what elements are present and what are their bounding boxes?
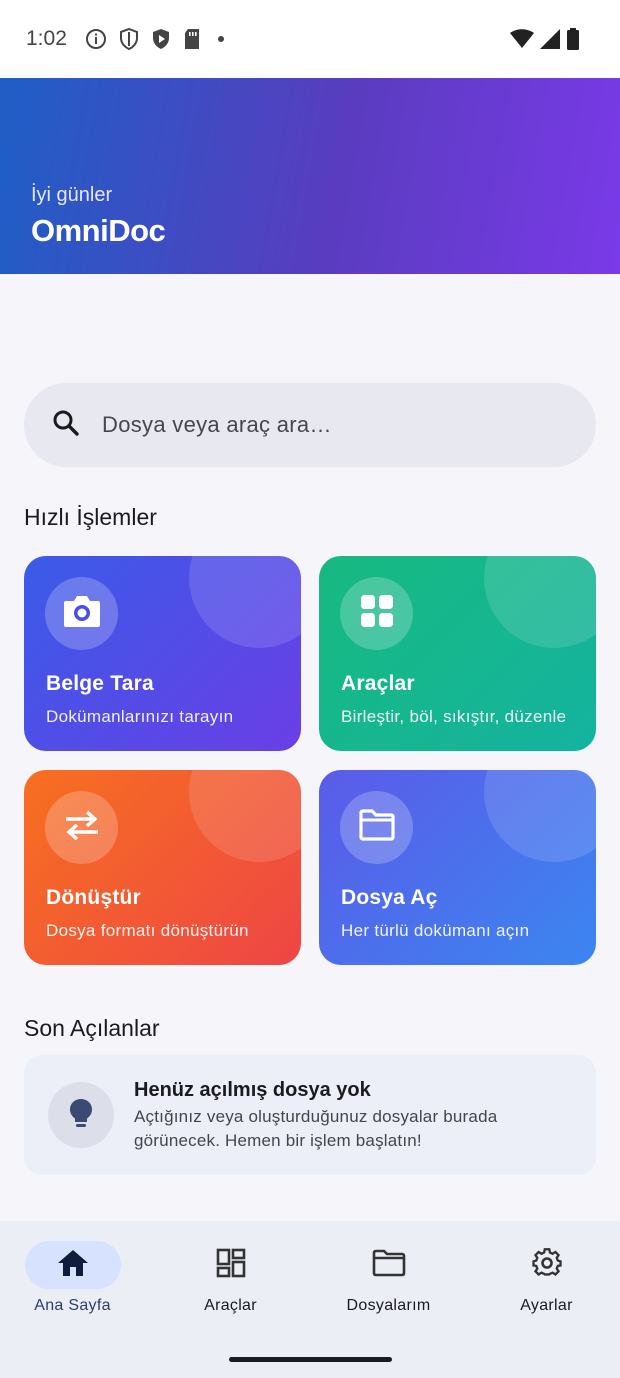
status-icons-left: [85, 28, 229, 50]
open-file-card[interactable]: Dosya Aç Her türlü dokümanı açın: [319, 770, 596, 965]
recent-title: Son Açılanlar: [24, 1015, 160, 1041]
gear-icon: [531, 1247, 563, 1284]
search-bar[interactable]: Dosya veya araç ara…: [24, 383, 596, 467]
scan-document-card[interactable]: Belge Tara Dokümanlarınızı tarayın: [24, 556, 301, 751]
quick-actions-title: Hızlı İşlemler: [24, 504, 157, 530]
grid-icon: [359, 593, 395, 634]
search-input[interactable]: Dosya veya araç ara…: [102, 412, 332, 438]
search-icon: [52, 409, 80, 442]
nav-item-files[interactable]: Dosyalarım: [311, 1241, 466, 1315]
bottom-nav: Ana Sayfa Araçlar Dosyalarım Ayarlar: [0, 1221, 620, 1378]
app-title: OmniDoc: [31, 213, 166, 248]
folder-icon: [358, 809, 396, 846]
card-title: Araçlar: [341, 672, 415, 695]
home-indicator[interactable]: [229, 1357, 392, 1362]
nav-item-tools[interactable]: Araçlar: [153, 1241, 308, 1315]
recent-icon-circle: [48, 1082, 114, 1148]
status-time: 1:02: [26, 27, 67, 50]
nav-pill: [499, 1241, 595, 1289]
convert-card[interactable]: Dönüştür Dosya formatı dönüştürün: [24, 770, 301, 965]
home-icon: [56, 1248, 90, 1283]
swap-icon: [63, 810, 101, 845]
signal-icon: [540, 29, 560, 54]
tools-card[interactable]: Araçlar Birleştir, böl, sıkıştır, düzenl…: [319, 556, 596, 751]
card-subtitle: Dokümanlarınızı tarayın: [46, 707, 234, 726]
card-decoration: [484, 556, 596, 648]
card-subtitle: Birleştir, böl, sıkıştır, düzenle: [341, 707, 567, 726]
lightbulb-icon: [68, 1097, 94, 1134]
nav-label: Ayarlar: [520, 1297, 573, 1314]
status-icons-right: [510, 28, 580, 55]
card-icon-circle: [340, 577, 413, 650]
nav-item-settings[interactable]: Ayarlar: [469, 1241, 620, 1315]
wifi-icon: [510, 29, 534, 54]
card-subtitle: Dosya formatı dönüştürün: [46, 921, 249, 940]
nav-label: Araçlar: [204, 1297, 257, 1314]
dashboard-icon: [216, 1248, 246, 1283]
camera-icon: [62, 593, 102, 634]
card-decoration: [189, 556, 301, 648]
recent-empty-desc: Açtığınız veya oluşturduğunuz dosyalar b…: [134, 1107, 498, 1150]
card-decoration: [484, 770, 596, 862]
nav-pill: [24, 1241, 121, 1289]
sd-card-icon: [183, 28, 201, 50]
shield-icon: [119, 28, 139, 50]
battery-icon: [566, 28, 580, 55]
status-bar: 1:02: [0, 0, 620, 78]
card-icon-circle: [340, 791, 413, 864]
recent-empty-card: Henüz açılmış dosya yok Açtığınız veya o…: [24, 1055, 596, 1175]
nav-pill: [341, 1241, 437, 1289]
folder-icon: [372, 1249, 406, 1282]
play-protect-icon: [151, 28, 171, 50]
card-title: Dönüştür: [46, 886, 141, 909]
recent-empty-title: Henüz açılmış dosya yok: [134, 1079, 371, 1101]
card-subtitle: Her türlü dokümanı açın: [341, 921, 530, 940]
card-title: Dosya Aç: [341, 886, 438, 909]
info-icon: [85, 28, 107, 50]
card-icon-circle: [45, 791, 118, 864]
nav-item-home[interactable]: Ana Sayfa: [0, 1241, 150, 1315]
card-icon-circle: [45, 577, 118, 650]
nav-label: Dosyalarım: [346, 1297, 431, 1314]
dot-icon: [213, 28, 229, 50]
nav-label: Ana Sayfa: [34, 1297, 111, 1314]
card-title: Belge Tara: [46, 672, 154, 695]
greeting-text: İyi günler: [31, 184, 113, 206]
nav-pill: [183, 1241, 279, 1289]
card-decoration: [189, 770, 301, 862]
